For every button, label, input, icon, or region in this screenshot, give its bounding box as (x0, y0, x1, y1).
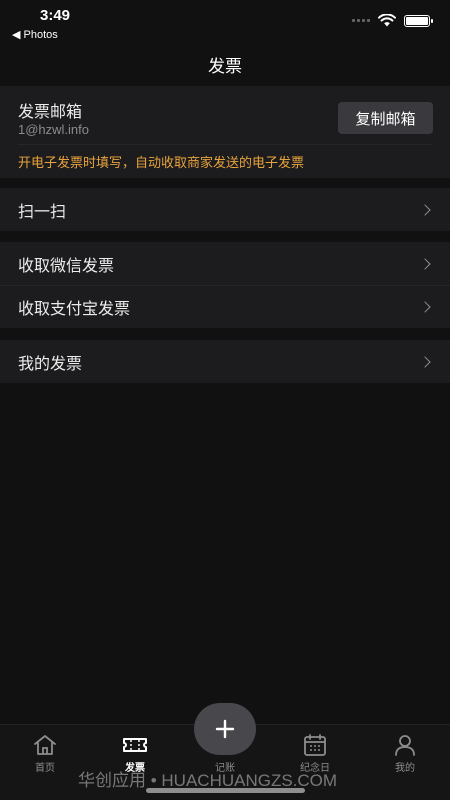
cellular-signal-icon (352, 19, 370, 22)
status-time: 3:49 (40, 7, 71, 24)
ticket-icon (123, 738, 147, 752)
battery-level (406, 16, 428, 25)
my-invoice-group: 我的发票 (0, 340, 450, 383)
wifi-icon (378, 14, 396, 27)
divider (18, 144, 432, 145)
alipay-invoice-label: 收取支付宝发票 (18, 299, 131, 318)
battery-icon (404, 14, 433, 27)
tab-home-label: 首页 (35, 763, 55, 774)
invoice-email-label: 发票邮箱 (18, 102, 83, 121)
scan-row[interactable]: 扫一扫 (0, 188, 450, 231)
invoice-email-hint: 开电子发票时填写，自动收取商家发送的电子发票 (18, 156, 305, 171)
chevron-right-icon (419, 301, 431, 313)
chevron-right-icon (419, 257, 431, 270)
plus-icon (215, 719, 235, 739)
scan-group: 扫一扫 (0, 188, 450, 231)
chevron-right-icon (419, 355, 431, 368)
invoice-email-card: 发票邮箱 1@hzwl.info 复制邮箱 开电子发票时填写，自动收取商家发送的… (0, 86, 450, 178)
person-icon (395, 735, 415, 756)
add-record-button[interactable] (194, 703, 256, 755)
wechat-invoice-label: 收取微信发票 (18, 255, 115, 275)
chevron-right-icon (419, 203, 431, 216)
page-title: 发票 (208, 57, 242, 77)
copy-email-button[interactable]: 复制邮箱 (338, 102, 433, 134)
my-invoices-label: 我的发票 (18, 353, 83, 373)
my-invoices-row[interactable]: 我的发票 (0, 340, 450, 383)
home-indicator[interactable] (146, 788, 305, 793)
tab-mine[interactable]: 我的 (360, 733, 450, 774)
status-bar: 3:49 ◀ Photos (0, 0, 450, 44)
wechat-invoice-row[interactable]: 收取微信发票 (0, 242, 450, 285)
scan-row-label: 扫一扫 (18, 201, 67, 221)
back-to-photos-link[interactable]: ◀ Photos (12, 28, 58, 41)
status-icons (352, 14, 433, 27)
calendar-icon (304, 734, 326, 756)
tab-home[interactable]: 首页 (0, 733, 90, 774)
collect-invoice-group: 收取微信发票 收取支付宝发票 (0, 242, 450, 328)
invoice-email-address: 1@hzwl.info (18, 122, 90, 137)
tab-mine-label: 我的 (395, 763, 415, 774)
alipay-invoice-row[interactable]: 收取支付宝发票 (0, 285, 450, 328)
home-icon (34, 735, 56, 755)
